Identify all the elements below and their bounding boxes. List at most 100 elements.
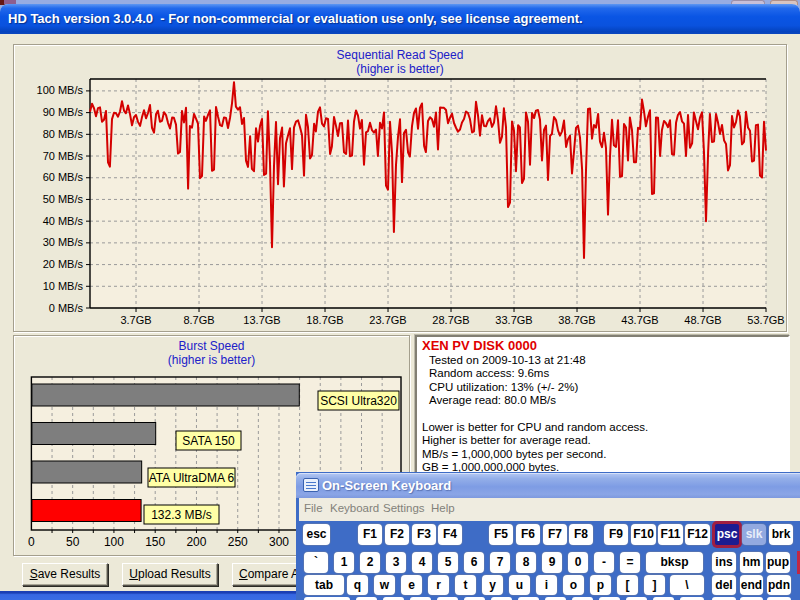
- key-end[interactable]: end: [740, 575, 763, 595]
- seq-x-tick-label: 13.7GB: [243, 314, 280, 326]
- hdtach-title-text: HD Tach version 3.0.4.0 - For non-commer…: [8, 11, 583, 26]
- key-0[interactable]: 0: [568, 552, 588, 573]
- osk-menu-settings[interactable]: Settings: [383, 502, 425, 514]
- key-F10[interactable]: F10: [631, 524, 656, 545]
- seq-x-tick-label: 48.7GB: [684, 314, 721, 326]
- osk-title-text: On-Screen Keyboard: [322, 478, 451, 493]
- key-r[interactable]: r: [428, 575, 449, 595]
- key-9[interactable]: 9: [542, 552, 562, 573]
- seq-y-tick-label: 70 MB/s: [43, 150, 84, 162]
- burst-x-tick-label: 300: [269, 535, 289, 549]
- seq-y-tick-label: 0 MB/s: [49, 302, 84, 314]
- key-u[interactable]: u: [509, 575, 530, 595]
- osk-menu-file[interactable]: File: [304, 502, 323, 514]
- key-backslash[interactable]: \: [670, 575, 704, 595]
- key-brk[interactable]: brk: [769, 524, 793, 545]
- seq-x-tick-label: 38.7GB: [558, 314, 595, 326]
- osk-titlebar[interactable]: On-Screen Keyboard: [296, 473, 800, 498]
- key-7[interactable]: 7: [490, 552, 510, 573]
- seq-y-tick-label: 90 MB/s: [43, 106, 84, 118]
- key-tab[interactable]: tab: [304, 575, 344, 595]
- key-F5[interactable]: F5: [489, 524, 513, 545]
- key-`[interactable]: `: [304, 552, 328, 573]
- seq-y-tick-label: 40 MB/s: [43, 215, 84, 227]
- key-=[interactable]: =: [620, 552, 640, 573]
- key-6[interactable]: 6: [464, 552, 484, 573]
- key-5[interactable]: 5: [438, 552, 458, 573]
- seq-plot-area: [90, 79, 766, 308]
- burst-bar-label: SCSI Ultra320: [320, 394, 397, 408]
- key-F12[interactable]: F12: [685, 524, 710, 545]
- osk-menu-keyboard[interactable]: Keyboard: [330, 502, 379, 514]
- key-8[interactable]: 8: [516, 552, 536, 573]
- seq-y-tick-label: 100 MB/s: [37, 84, 84, 96]
- key-y[interactable]: y: [482, 575, 503, 595]
- burst-x-tick-label: 150: [145, 535, 165, 549]
- key-F8[interactable]: F8: [569, 524, 593, 545]
- seq-x-tick-label: 18.7GB: [306, 314, 343, 326]
- seq-y-tick-label: 10 MB/s: [43, 280, 84, 292]
- key-F2[interactable]: F2: [385, 524, 409, 545]
- key-F9[interactable]: F9: [604, 524, 628, 545]
- key-F3[interactable]: F3: [412, 524, 436, 545]
- seq-x-tick-label: 8.7GB: [183, 314, 214, 326]
- seq-x-tick-label: 3.7GB: [120, 314, 151, 326]
- key-bksp[interactable]: bksp: [646, 552, 703, 573]
- burst-x-tick-label: 200: [186, 535, 206, 549]
- key-i[interactable]: i: [536, 575, 557, 595]
- key-F7[interactable]: F7: [543, 524, 567, 545]
- key-F4[interactable]: F4: [438, 524, 462, 545]
- key-pup[interactable]: pup: [766, 552, 790, 573]
- hdtach-titlebar[interactable]: HD Tach version 3.0.4.0 - For non-commer…: [0, 4, 800, 34]
- info-detail-line: CPU utilization: 13% (+/- 2%): [429, 381, 578, 393]
- key-q[interactable]: q: [347, 575, 368, 595]
- key-ins[interactable]: ins: [712, 552, 736, 573]
- osk-menu-help[interactable]: Help: [431, 502, 455, 514]
- seq-x-tick-label: 33.7GB: [495, 314, 532, 326]
- burst-bar-label: ATA UltraDMA 6: [149, 471, 235, 485]
- key-o[interactable]: o: [563, 575, 584, 595]
- info-detail-line: Average read: 80.0 MB/s: [429, 394, 556, 406]
- key-F11[interactable]: F11: [658, 524, 683, 545]
- burst-x-tick-label: 250: [228, 535, 248, 549]
- burst-bar: [32, 384, 299, 406]
- key-][interactable]: ]: [644, 575, 665, 595]
- key-pdn[interactable]: pdn: [767, 575, 791, 595]
- key-[[interactable]: [: [617, 575, 638, 595]
- key-p[interactable]: p: [590, 575, 611, 595]
- key-4[interactable]: 4: [412, 552, 432, 573]
- upload-results-button[interactable]: Upload Results: [122, 563, 218, 586]
- seq-x-tick-label: 23.7GB: [369, 314, 406, 326]
- burst-x-tick-label: 100: [104, 535, 124, 549]
- key-del[interactable]: del: [712, 575, 736, 595]
- burst-bar: [32, 461, 142, 483]
- key-F6[interactable]: F6: [516, 524, 540, 545]
- key-slk[interactable]: slk: [742, 524, 766, 545]
- seq-x-tick-label: 28.7GB: [432, 314, 469, 326]
- seq-x-tick-label: 53.7GB: [747, 314, 784, 326]
- seq-y-tick-label: 30 MB/s: [43, 236, 84, 248]
- info-note-line: Lower is better for CPU and random acces…: [422, 421, 648, 433]
- burst-bar: [32, 500, 141, 522]
- key-w[interactable]: w: [374, 575, 395, 595]
- burst-x-tick-label: 50: [66, 535, 80, 549]
- key-psc[interactable]: psc: [715, 524, 739, 545]
- key-1[interactable]: 1: [334, 552, 354, 573]
- burst-bar-label: SATA 150: [182, 434, 235, 448]
- key-t[interactable]: t: [455, 575, 476, 595]
- key-2[interactable]: 2: [360, 552, 380, 573]
- burst-bar-label: 132.3 MB/s: [151, 508, 212, 522]
- key-esc[interactable]: esc: [303, 524, 330, 545]
- key-F1[interactable]: F1: [358, 524, 382, 545]
- info-detail-line: Tested on 2009-10-13 at 21:48: [429, 354, 586, 366]
- onscreen-keyboard-window: On-Screen Keyboard File Keyboard Settings H…: [296, 472, 800, 600]
- key-e[interactable]: e: [401, 575, 422, 595]
- burst-x-tick-label: 0: [28, 535, 35, 549]
- key-hm[interactable]: hm: [740, 552, 763, 573]
- save-results-button[interactable]: Save Results: [22, 563, 108, 586]
- info-note-line: MB/s = 1,000,000 bytes per second.: [422, 448, 606, 460]
- keyboard-icon: [303, 478, 319, 492]
- seq-y-tick-label: 80 MB/s: [43, 128, 84, 140]
- key--[interactable]: -: [594, 552, 614, 573]
- key-3[interactable]: 3: [386, 552, 406, 573]
